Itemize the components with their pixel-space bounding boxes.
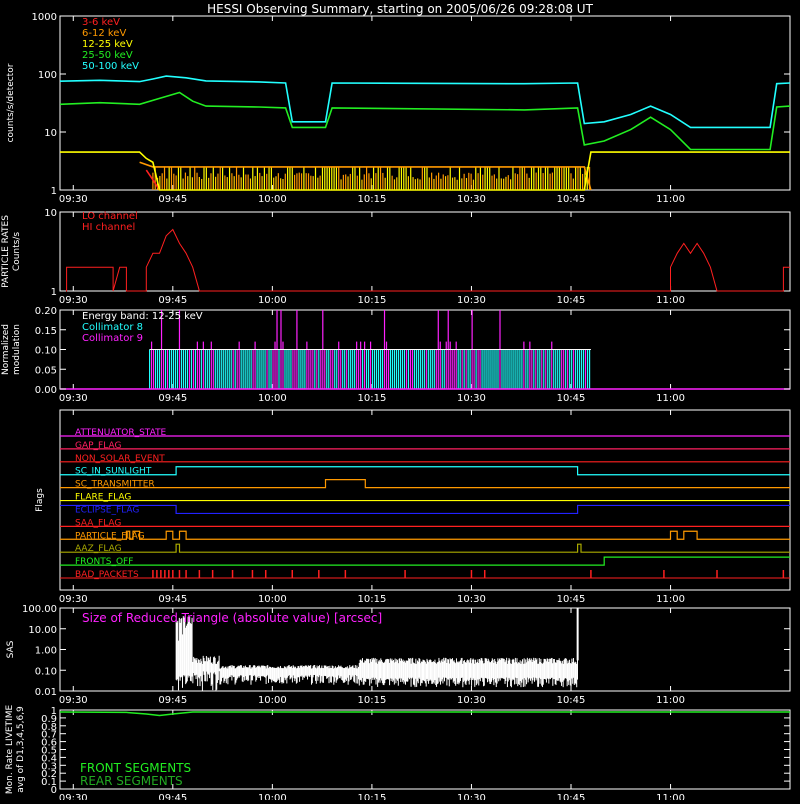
time-tick-label: 10:30 [457,695,486,706]
time-tick-label: 11:00 [656,695,685,706]
y-tick-label: 0.10 [35,346,57,357]
time-tick-label: 10:15 [357,793,386,800]
sas-annotation: Size of Reduced Triangle (absolute value… [82,611,382,625]
y-axis-label: Flags [35,488,45,512]
y-tick-label: 1 [51,706,57,717]
time-tick-label: 11:00 [656,393,685,404]
y-tick-label: 1.00 [35,646,57,657]
time-tick-label: 09:45 [158,295,187,306]
time-tick-label: 10:00 [258,194,287,205]
time-tick-label: 10:30 [457,194,486,205]
time-tick-label: 10:15 [357,695,386,706]
y-axis-label: PARTICLE RATES [1,215,11,288]
legend-entry: 3-6 keV [82,17,120,28]
y-tick-label: 0.15 [35,326,57,337]
y-tick-label: 0.20 [35,306,57,317]
time-tick-label: 09:30 [59,393,88,404]
time-tick-label: 10:45 [557,594,586,605]
time-tick-label: 10:30 [457,295,486,306]
legend-entry: FRONT SEGMENTS [80,761,191,775]
time-tick-label: 10:00 [258,295,287,306]
legend-entry: 12-25 keV [82,39,133,50]
time-tick-label: 09:45 [158,793,187,800]
time-tick-label: 10:45 [557,295,586,306]
time-tick-label: 11:00 [656,594,685,605]
y-tick-label: 0.01 [35,687,57,698]
y-tick-label: 10.00 [28,625,57,636]
time-tick-label: 10:00 [258,695,287,706]
time-tick-label: 09:30 [59,793,88,800]
time-tick-label: 10:30 [457,594,486,605]
time-tick-label: 10:30 [457,793,486,800]
y-axis-label: counts/s/detector [6,63,16,142]
time-tick-label: 09:45 [158,393,187,404]
time-tick-label: 10:15 [357,393,386,404]
hessi-summary-page: HESSI Observing Summary, starting on 200… [0,0,800,804]
time-tick-label: 10:15 [357,194,386,205]
legend-entry: 6-12 keV [82,28,126,39]
time-tick-label: 09:45 [158,194,187,205]
y-tick-label: 10 [44,128,57,139]
time-tick-label: 10:45 [557,393,586,404]
time-tick-label: 09:30 [59,295,88,306]
flag-label: ECLIPSE_FLAG [75,505,139,515]
time-tick-label: 10:00 [258,594,287,605]
time-tick-label: 11:00 [656,793,685,800]
time-tick-label: 10:00 [258,393,287,404]
y-axis-label: Counts/s [12,232,22,271]
time-tick-label: 09:30 [59,594,88,605]
time-tick-label: 10:45 [557,695,586,706]
time-tick-label: 09:30 [59,194,88,205]
y-tick-label: 0.10 [35,666,57,677]
time-tick-label: 10:30 [457,393,486,404]
legend-entry: HI channel [82,222,135,233]
y-tick-label: 10 [44,208,57,219]
summary-figure: HESSI Observing Summary, starting on 200… [0,0,800,804]
time-tick-label: 10:45 [557,793,586,800]
legend-entry: REAR SEGMENTS [80,774,183,788]
legend-entry: 25-50 keV [82,50,133,61]
time-tick-label: 10:15 [357,295,386,306]
legend-entry: Collimator 9 [82,333,143,344]
time-tick-label: 11:00 [656,194,685,205]
time-tick-label: 11:00 [656,295,685,306]
y-tick-label: 1 [51,186,57,197]
legend-entry: 50-100 keV [82,61,139,72]
time-tick-label: 10:45 [557,194,586,205]
y-axis-label: Normalized [1,324,11,375]
y-tick-label: 1 [51,287,57,298]
time-tick-label: 09:30 [59,695,88,706]
y-tick-label: 0.05 [35,365,57,376]
legend-entry: Collimator 8 [82,322,143,333]
y-tick-label: 0.00 [35,385,57,396]
y-tick-label: 1000 [32,12,57,23]
y-axis-label: modulation [12,324,22,375]
time-tick-label: 09:45 [158,695,187,706]
legend-entry: Energy band: 12-25 keV [82,311,203,322]
time-tick-label: 09:45 [158,594,187,605]
y-axis-label: Mon. Rate LIVETIME [5,705,15,795]
time-tick-label: 10:15 [357,594,386,605]
page-title: HESSI Observing Summary, starting on 200… [207,2,593,16]
y-tick-label: 100.00 [22,604,57,615]
y-axis-label: SAS [6,640,16,658]
legend-entry: LO channel [82,211,138,222]
time-tick-label: 10:00 [258,793,287,800]
y-axis-label: avg of D1,3,4,5,6,9 [16,706,26,793]
y-tick-label: 100 [38,70,57,81]
